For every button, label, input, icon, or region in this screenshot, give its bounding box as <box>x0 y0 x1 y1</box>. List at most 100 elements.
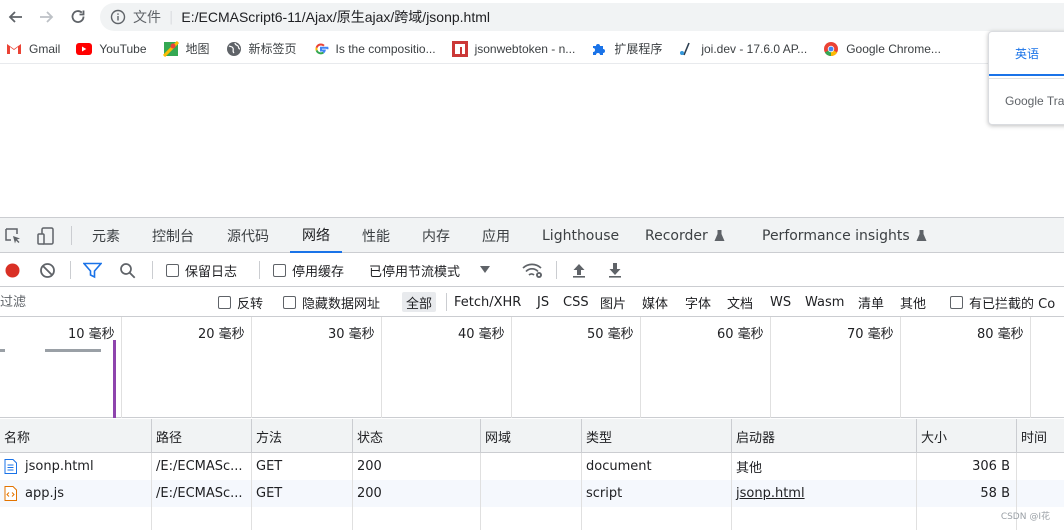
filter-type-fetch-xhr[interactable]: Fetch/XHR <box>454 287 521 317</box>
flask-icon <box>916 230 927 241</box>
filter-type-css[interactable]: CSS <box>563 287 589 317</box>
column-header-name[interactable]: 名称 <box>0 419 152 453</box>
column-line <box>352 507 353 530</box>
filter-type-ws[interactable]: WS <box>770 287 791 317</box>
checkbox-box[interactable] <box>166 263 179 277</box>
checkbox-box[interactable] <box>273 263 286 277</box>
translate-language-tab[interactable]: 英语 <box>989 32 1064 76</box>
timeline-tick-label: 80 毫秒 <box>977 327 1024 342</box>
filter-input[interactable] <box>0 290 202 314</box>
column-header-path[interactable]: 路径 <box>152 419 252 453</box>
cell-status: 200 <box>353 480 481 507</box>
filter-toggle-button[interactable] <box>83 253 102 287</box>
bookmark-gmail[interactable]: Gmail <box>6 41 60 57</box>
import-har-button[interactable] <box>572 253 586 287</box>
filter-type-manifest[interactable]: 清单 <box>858 287 884 317</box>
tab-application[interactable]: 应用 <box>482 218 510 253</box>
device-toolbar-button[interactable] <box>36 218 56 253</box>
info-icon[interactable] <box>110 9 126 25</box>
column-header-time[interactable]: 时间 <box>1017 419 1064 453</box>
bookmark-extensions[interactable]: 扩展程序 <box>591 40 662 57</box>
reload-button[interactable] <box>66 5 90 29</box>
forward-button[interactable] <box>34 5 58 29</box>
filter-type-wasm[interactable]: Wasm <box>805 287 844 317</box>
cell-domain <box>481 453 582 480</box>
filter-type-all[interactable]: 全部 <box>402 292 437 312</box>
device-icon <box>37 226 54 245</box>
cell-type: script <box>582 480 732 507</box>
inspect-element-button[interactable] <box>4 218 22 253</box>
filter-type-js[interactable]: JS <box>537 287 549 317</box>
cell-method: GET <box>252 480 353 507</box>
filter-type-image[interactable]: 图片 <box>600 287 626 317</box>
table-row[interactable]: jsonp.html /E:/ECMASc... GET 200 documen… <box>0 453 1064 480</box>
record-button[interactable] <box>4 253 21 287</box>
omnibox[interactable]: 文件 | E:/ECMAScript6-11/Ajax/原生ajax/跨域/js… <box>100 3 1064 31</box>
bookmarks-bar: Gmail YouTube 地图 新标签页 Is the compositio.… <box>0 34 1064 64</box>
preserve-log-checkbox[interactable]: 保留日志 <box>166 253 237 287</box>
tab-performance-insights[interactable]: Performance insights <box>762 218 927 253</box>
devtools-panel: 元素 控制台 源代码 网络 性能 内存 应用 Lighthouse Record… <box>0 217 1064 530</box>
column-header-method[interactable]: 方法 <box>252 419 353 453</box>
filter-type-media[interactable]: 媒体 <box>642 287 668 317</box>
filter-type-doc[interactable]: 文档 <box>727 287 753 317</box>
bookmark-jsonwebtoken[interactable]: jsonwebtoken - n... <box>451 40 575 57</box>
column-header-domain[interactable]: 网域 <box>481 419 582 453</box>
tab-memory[interactable]: 内存 <box>422 218 450 253</box>
bookmark-joi[interactable]: joi.dev - 17.6.0 AP... <box>678 41 807 57</box>
translate-divider <box>989 78 1064 79</box>
export-har-button[interactable] <box>608 253 622 287</box>
initiator-link[interactable]: jsonp.html <box>736 486 805 501</box>
invert-checkbox[interactable]: 反转 <box>218 287 263 317</box>
column-header-type[interactable]: 类型 <box>582 419 732 453</box>
hide-data-urls-checkbox[interactable]: 隐藏数据网址 <box>283 287 380 317</box>
timeline-tick-label: 30 毫秒 <box>328 327 375 342</box>
bookmark-google-chrome[interactable]: Google Chrome... <box>823 41 941 57</box>
wifi-settings-icon <box>522 263 542 278</box>
bookmark-youtube[interactable]: YouTube <box>76 41 147 57</box>
url-scheme-label: 文件 <box>133 10 161 26</box>
tab-console[interactable]: 控制台 <box>152 218 194 253</box>
cell-initiator[interactable]: jsonp.html <box>732 480 917 507</box>
timeline-tick-label: 60 毫秒 <box>717 327 764 342</box>
disable-cache-checkbox[interactable]: 停用缓存 <box>273 253 344 287</box>
translate-brand: Google Tra <box>1005 94 1064 108</box>
bookmark-new-tab[interactable]: 新标签页 <box>226 40 297 57</box>
network-conditions-button[interactable] <box>522 253 544 287</box>
tab-recorder[interactable]: Recorder <box>645 218 725 253</box>
search-button[interactable] <box>119 253 136 287</box>
column-header-status[interactable]: 状态 <box>353 419 481 453</box>
column-line <box>151 507 152 530</box>
tab-sources[interactable]: 源代码 <box>227 218 269 253</box>
cell-path: /E:/ECMASc... <box>152 453 252 480</box>
tab-performance[interactable]: 性能 <box>362 218 390 253</box>
checkbox-box[interactable] <box>950 295 963 309</box>
clear-button[interactable] <box>39 253 56 287</box>
filter-type-other[interactable]: 其他 <box>900 287 926 317</box>
table-row[interactable]: app.js /E:/ECMASc... GET 200 script json… <box>0 480 1064 507</box>
checkbox-box[interactable] <box>283 295 296 309</box>
toolbar-separator <box>152 261 153 279</box>
network-requests-table: 名称 路径 方法 状态 网域 类型 启动器 大小 时间 jsonp.html /… <box>0 419 1064 530</box>
checkbox-box[interactable] <box>218 295 231 309</box>
blocked-cookies-checkbox[interactable]: 有已拦截的 Co <box>950 287 1055 317</box>
tab-network[interactable]: 网络 <box>290 218 342 253</box>
download-icon <box>609 263 621 278</box>
cell-domain <box>481 480 582 507</box>
filter-type-font[interactable]: 字体 <box>685 287 711 317</box>
timeline-tick-label: 50 毫秒 <box>587 327 634 342</box>
network-overview-timeline[interactable]: 10 毫秒 20 毫秒 30 毫秒 40 毫秒 50 毫秒 60 毫秒 70 毫… <box>0 317 1064 418</box>
tab-lighthouse[interactable]: Lighthouse <box>542 218 619 253</box>
timeline-tick-label: 10 毫秒 <box>68 327 115 342</box>
throttling-select[interactable]: 已停用节流模式 <box>369 253 491 287</box>
column-header-size[interactable]: 大小 <box>917 419 1017 453</box>
bookmark-maps[interactable]: 地图 <box>162 40 210 57</box>
table-empty-area <box>0 507 1064 530</box>
url-text[interactable]: E:/ECMAScript6-11/Ajax/原生ajax/跨域/jsonp.h… <box>181 7 490 27</box>
column-header-initiator[interactable]: 启动器 <box>732 419 917 453</box>
timeline-divider <box>251 317 252 418</box>
bookmark-composition[interactable]: Is the compositio... <box>313 41 436 57</box>
cell-path: /E:/ECMASc... <box>152 480 252 507</box>
back-button[interactable] <box>4 5 28 29</box>
tab-elements[interactable]: 元素 <box>92 218 120 253</box>
